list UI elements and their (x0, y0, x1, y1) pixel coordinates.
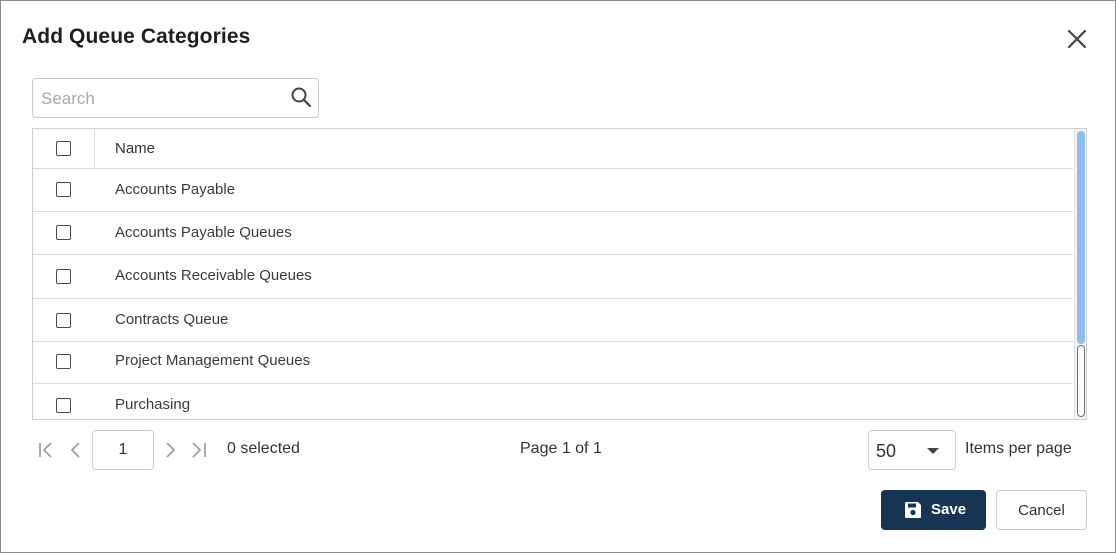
select-all-checkbox[interactable] (56, 141, 71, 156)
dialog-title: Add Queue Categories (22, 25, 251, 48)
cancel-button[interactable]: Cancel (996, 490, 1087, 530)
cancel-button-label: Cancel (1018, 502, 1065, 519)
page-number-input[interactable] (92, 430, 154, 470)
table-row[interactable]: Accounts Payable Queues (33, 212, 1073, 255)
previous-page-icon[interactable] (65, 439, 87, 461)
next-page-icon[interactable] (159, 439, 181, 461)
save-icon (905, 502, 921, 518)
table-row[interactable]: Accounts Receivable Queues (33, 255, 1073, 299)
row-name: Accounts Payable (115, 181, 236, 198)
row-name: Contracts Queue (115, 311, 229, 328)
scrollbar-track-remainder[interactable] (1077, 345, 1085, 417)
row-name: Purchasing (115, 396, 191, 413)
row-checkbox[interactable] (56, 182, 71, 197)
selected-count: 0 selected (227, 440, 300, 457)
row-checkbox[interactable] (56, 225, 71, 240)
save-button-label: Save (931, 501, 967, 518)
close-button[interactable] (1063, 25, 1091, 53)
page-info: Page 1 of 1 (520, 440, 602, 457)
scrollbar-thumb[interactable] (1077, 131, 1085, 344)
items-per-page-value: 50 (876, 441, 897, 461)
close-icon (1067, 29, 1087, 49)
queue-categories-grid: Name Accounts Payable Accounts Payable Q… (32, 128, 1087, 420)
row-name: Project Management Queues (115, 352, 311, 369)
row-name: Accounts Receivable Queues (115, 267, 312, 284)
table-row[interactable]: Purchasing (33, 384, 1073, 419)
vertical-scrollbar[interactable] (1074, 129, 1086, 419)
table-row[interactable]: Contracts Queue (33, 299, 1073, 342)
row-name: Accounts Payable Queues (115, 224, 292, 241)
items-per-page-select[interactable]: 50 (868, 430, 956, 470)
search-icon[interactable] (290, 86, 312, 108)
row-checkbox[interactable] (56, 354, 71, 369)
last-page-icon[interactable] (188, 439, 210, 461)
table-row[interactable]: Project Management Queues (33, 342, 1073, 384)
first-page-icon[interactable] (36, 439, 58, 461)
search-input[interactable] (39, 87, 279, 111)
row-checkbox[interactable] (56, 398, 71, 413)
add-queue-categories-dialog: Add Queue Categories Name Accounts Payab… (0, 0, 1116, 553)
select-all-cell (33, 129, 95, 169)
search-field[interactable] (32, 78, 319, 118)
table-row[interactable]: Accounts Payable (33, 169, 1073, 212)
row-checkbox[interactable] (56, 269, 71, 284)
items-per-page-label: Items per page (965, 440, 1072, 457)
column-header-name[interactable]: Name (115, 140, 155, 157)
row-checkbox[interactable] (56, 313, 71, 328)
grid-header: Name (33, 129, 1073, 169)
chevron-down-icon (927, 448, 939, 454)
save-button[interactable]: Save (881, 490, 986, 530)
